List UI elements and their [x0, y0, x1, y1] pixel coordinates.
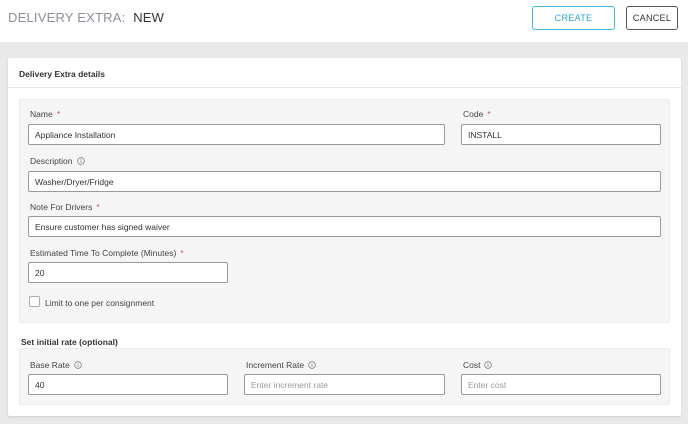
note-label: Note For Drivers *	[30, 202, 100, 212]
rate-section-title: Set initial rate (optional)	[21, 337, 118, 347]
page-title-value: NEW	[133, 10, 165, 25]
base-rate-label-text: Base Rate	[30, 360, 70, 370]
details-section: Name* Code* Description Note For Drivers…	[19, 99, 670, 323]
time-label-text: Estimated Time To Complete (Minutes)	[30, 248, 177, 258]
base-rate-input[interactable]	[28, 374, 228, 395]
name-label-text: Name	[30, 109, 53, 119]
code-label-text: Code	[463, 109, 484, 119]
code-input[interactable]	[461, 124, 661, 145]
note-input[interactable]	[28, 216, 661, 237]
info-icon[interactable]	[308, 361, 316, 369]
cost-input[interactable]	[461, 374, 661, 395]
details-card: Delivery Extra details Name* Code* Descr…	[8, 58, 681, 416]
time-required-marker: *	[180, 248, 184, 258]
card-title: Delivery Extra details	[19, 69, 105, 79]
page-title-prefix: DELIVERY EXTRA:	[8, 10, 126, 25]
time-label: Estimated Time To Complete (Minutes) *	[30, 248, 184, 258]
info-icon[interactable]	[76, 157, 85, 165]
time-input[interactable]	[28, 262, 228, 283]
cost-label-text: Cost	[463, 360, 481, 370]
note-required-marker: *	[96, 202, 100, 212]
name-required-marker: *	[56, 109, 60, 119]
create-button[interactable]: CREATE	[532, 6, 615, 30]
rate-section: Base Rate Increment Rate Cost	[19, 348, 670, 405]
increment-rate-input[interactable]	[244, 374, 445, 395]
cost-label: Cost	[463, 360, 493, 370]
base-rate-label: Base Rate	[30, 360, 82, 370]
description-label-text: Description	[30, 156, 73, 166]
description-input[interactable]	[28, 171, 661, 192]
code-required-marker: *	[487, 109, 491, 119]
cancel-button[interactable]: CANCEL	[626, 6, 678, 30]
card-divider	[8, 87, 681, 88]
code-label: Code *	[463, 109, 491, 119]
page-title: DELIVERY EXTRA: NEW	[8, 10, 164, 25]
increment-rate-label-text: Increment Rate	[246, 360, 305, 370]
increment-rate-label: Increment Rate	[246, 360, 316, 370]
note-label-text: Note For Drivers	[30, 202, 93, 212]
limit-checkbox[interactable]	[29, 296, 40, 307]
info-icon[interactable]	[73, 361, 82, 369]
description-label: Description	[30, 156, 85, 166]
name-input[interactable]	[28, 124, 445, 145]
top-bar: DELIVERY EXTRA: NEW CREATE CANCEL	[0, 0, 688, 42]
limit-checkbox-label: Limit to one per consignment	[45, 298, 155, 308]
name-label: Name *	[30, 109, 60, 119]
info-icon[interactable]	[484, 361, 493, 369]
